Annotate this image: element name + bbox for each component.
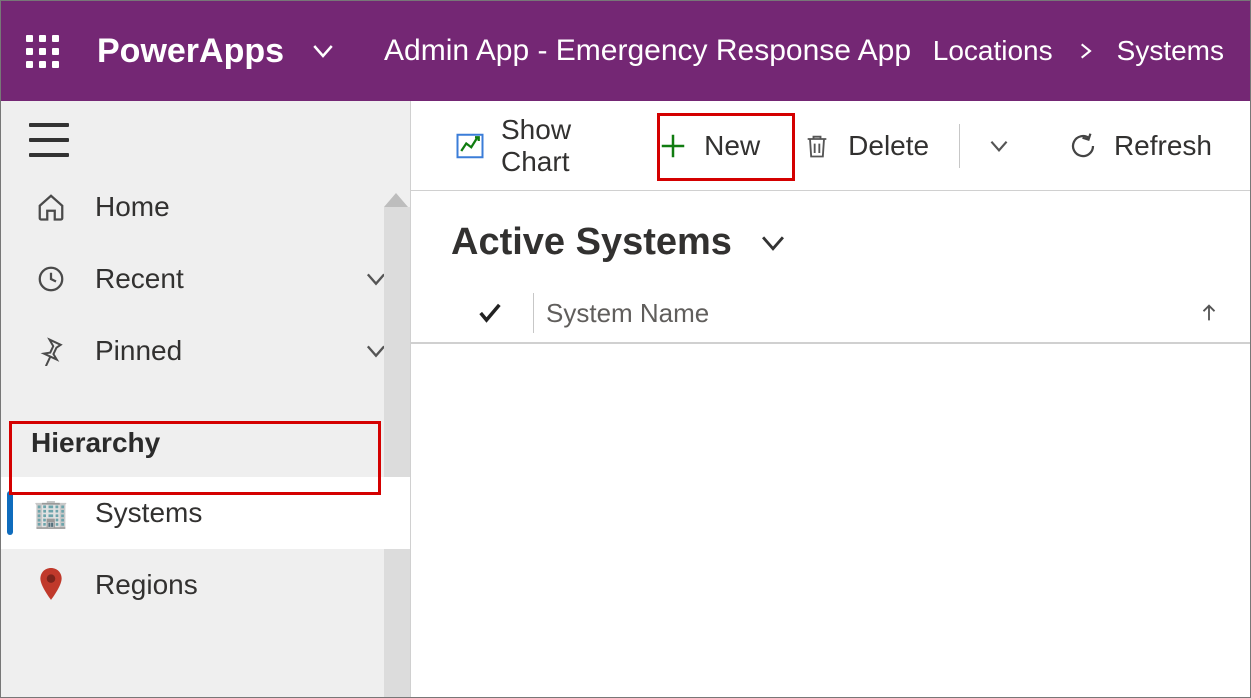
home-icon bbox=[31, 192, 71, 222]
grid-header: System Name bbox=[411, 284, 1250, 344]
divider bbox=[959, 124, 960, 168]
select-all-checkbox[interactable] bbox=[471, 299, 509, 327]
nav-label: Pinned bbox=[95, 335, 182, 367]
delete-split-button[interactable] bbox=[972, 125, 1026, 167]
scroll-up-icon[interactable] bbox=[384, 193, 408, 207]
nav-home[interactable]: Home bbox=[1, 171, 410, 243]
breadcrumb-item[interactable]: Locations bbox=[933, 35, 1053, 67]
refresh-icon bbox=[1068, 131, 1098, 161]
mappin-icon bbox=[31, 568, 71, 602]
chart-icon bbox=[455, 131, 485, 161]
chevron-down-icon[interactable] bbox=[308, 36, 338, 66]
trash-icon bbox=[802, 131, 832, 161]
show-chart-button[interactable]: Show Chart bbox=[437, 106, 634, 186]
building-icon: 🏢 bbox=[31, 497, 71, 530]
app-header: PowerApps Admin App - Emergency Response… bbox=[1, 1, 1250, 101]
nav-label: Recent bbox=[95, 263, 184, 295]
nav-pinned[interactable]: Pinned bbox=[1, 315, 410, 387]
command-bar: Show Chart New Delete bbox=[411, 101, 1250, 191]
main-content: Show Chart New Delete bbox=[411, 101, 1250, 697]
plus-icon bbox=[658, 131, 688, 161]
command-label: Delete bbox=[848, 130, 929, 162]
sidebar-item-regions[interactable]: Regions bbox=[1, 549, 410, 621]
command-label: New bbox=[704, 130, 760, 162]
waffle-icon[interactable] bbox=[19, 28, 65, 74]
sidebar: Home Recent Pinned bbox=[1, 101, 411, 697]
sidebar-section-title: Hierarchy bbox=[1, 387, 410, 477]
sidebar-item-label: Regions bbox=[95, 569, 198, 601]
refresh-button[interactable]: Refresh bbox=[1050, 122, 1230, 170]
chevron-right-icon bbox=[1075, 37, 1095, 65]
chevron-down-icon[interactable] bbox=[756, 226, 790, 260]
chevron-down-icon bbox=[986, 133, 1012, 159]
column-header[interactable]: System Name bbox=[546, 298, 709, 329]
new-button[interactable]: New bbox=[640, 122, 778, 170]
command-label: Show Chart bbox=[501, 114, 616, 178]
view-title[interactable]: Active Systems bbox=[451, 221, 732, 264]
scrollbar[interactable] bbox=[384, 207, 410, 697]
brand-label[interactable]: PowerApps bbox=[97, 32, 284, 71]
sort-asc-icon[interactable] bbox=[1198, 298, 1220, 328]
breadcrumb-item[interactable]: Systems bbox=[1117, 35, 1224, 67]
command-label: Refresh bbox=[1114, 130, 1212, 162]
clock-icon bbox=[31, 264, 71, 294]
sidebar-item-label: Systems bbox=[95, 497, 202, 529]
app-title: Admin App - Emergency Response App bbox=[384, 34, 911, 68]
divider bbox=[533, 293, 534, 333]
nav-label: Home bbox=[95, 191, 170, 223]
sidebar-item-systems[interactable]: 🏢 Systems bbox=[1, 477, 410, 549]
hamburger-icon[interactable] bbox=[29, 123, 69, 157]
breadcrumb: Locations Systems bbox=[933, 35, 1224, 67]
nav-recent[interactable]: Recent bbox=[1, 243, 410, 315]
pin-icon bbox=[31, 336, 71, 366]
delete-button[interactable]: Delete bbox=[784, 122, 947, 170]
